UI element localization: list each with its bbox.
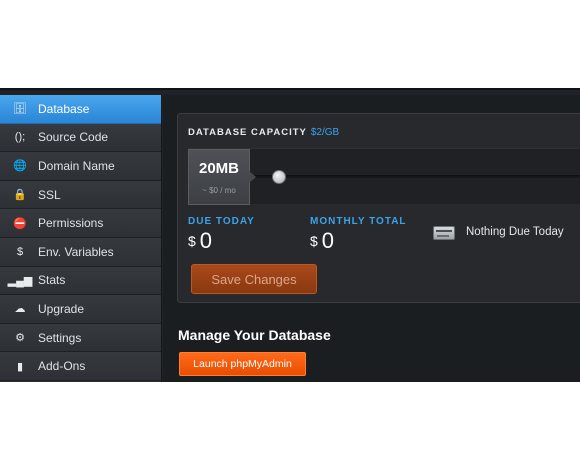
bar-chart-icon: ▂▄▆ <box>7 274 33 287</box>
lock-icon: 🔒 <box>13 189 27 202</box>
sidebar-item-label: Upgrade <box>38 301 85 316</box>
capacity-size: 20MB <box>198 160 239 177</box>
due-today-currency: $ <box>188 233 196 249</box>
sidebar-item-label: Settings <box>38 330 82 345</box>
capacity-price: ~ $0 / mo <box>202 186 236 195</box>
sidebar-item-label: Domain Name <box>38 158 115 173</box>
slider-track <box>248 175 580 178</box>
dollar-circle-icon: $ <box>16 245 24 258</box>
sidebar: 🗄 Database (); Source Code 🌐 Domain Name 🔒 SSL ⛔… <box>0 95 162 382</box>
capacity-title-text: DATABASE CAPACITY <box>188 127 307 138</box>
sidebar-item-add-ons[interactable]: ▮ Add-Ons <box>0 352 161 381</box>
sidebar-item-env-variables[interactable]: $ Env. Variables <box>0 237 161 267</box>
sidebar-item-label: Env. Variables <box>38 244 114 259</box>
sidebar-item-upgrade[interactable]: ☁ Upgrade <box>0 295 161 324</box>
database-icon: 🗄 <box>13 103 27 116</box>
cloud-upload-icon: ☁ <box>14 303 26 316</box>
sidebar-item-label: SSL <box>38 187 61 202</box>
sidebar-item-domain-name[interactable]: 🌐 Domain Name <box>0 152 161 181</box>
minus-circle-icon: ⛔ <box>13 217 27 230</box>
globe-icon: 🌐 <box>13 160 27 173</box>
slider-handle[interactable] <box>272 170 286 184</box>
manage-database-title: Manage Your Database <box>178 327 331 343</box>
nothing-due-text: Nothing Due Today <box>466 226 564 238</box>
due-today-label: DUE TODAY <box>188 216 255 227</box>
sidebar-item-label: Database <box>38 101 90 116</box>
capacity-title: DATABASE CAPACITY $2/GB <box>188 127 339 138</box>
capacity-panel: DATABASE CAPACITY $2/GB 20MB ~ $0 / mo DU… <box>177 113 580 303</box>
launch-phpmyadmin-button[interactable]: Launch phpMyAdmin <box>179 352 306 376</box>
monthly-total-label: MONTHLY TOTAL <box>310 216 407 227</box>
monthly-currency: $ <box>310 233 318 249</box>
monthly-total-amount: $0 <box>310 228 334 254</box>
due-today-amount: $0 <box>188 228 212 254</box>
sidebar-item-permissions[interactable]: ⛔ Permissions <box>0 209 161 238</box>
sidebar-item-settings[interactable]: ⚙ Settings <box>0 323 161 353</box>
capacity-size-box: 20MB ~ $0 / mo <box>188 149 256 205</box>
main-content: DATABASE CAPACITY $2/GB 20MB ~ $0 / mo DU… <box>163 95 580 382</box>
sidebar-item-ssl[interactable]: 🔒 SSL <box>0 180 161 210</box>
sidebar-item-source-code[interactable]: (); Source Code <box>0 123 161 153</box>
sidebar-item-label: Add-Ons <box>38 359 86 374</box>
app-window: 🗄 Database (); Source Code 🌐 Domain Name 🔒 SSL ⛔… <box>0 88 580 382</box>
sidebar-item-label: Permissions <box>38 216 104 231</box>
capacity-slider[interactable]: 20MB ~ $0 / mo <box>188 148 580 205</box>
gear-icon: ⚙ <box>15 332 25 345</box>
briefcase-icon: ▮ <box>16 360 24 373</box>
sidebar-item-label: Source Code <box>38 130 109 145</box>
monthly-value: 0 <box>321 228 335 253</box>
sidebar-item-database[interactable]: 🗄 Database <box>0 95 161 124</box>
due-today-value: 0 <box>199 228 213 253</box>
save-changes-button[interactable]: Save Changes <box>191 264 317 294</box>
capacity-rate: $2/GB <box>310 127 340 138</box>
code-icon: (); <box>14 131 26 144</box>
credit-card-icon <box>433 226 455 240</box>
sidebar-item-label: Stats <box>38 273 66 288</box>
sidebar-item-stats[interactable]: ▂▄▆ Stats <box>0 266 161 296</box>
